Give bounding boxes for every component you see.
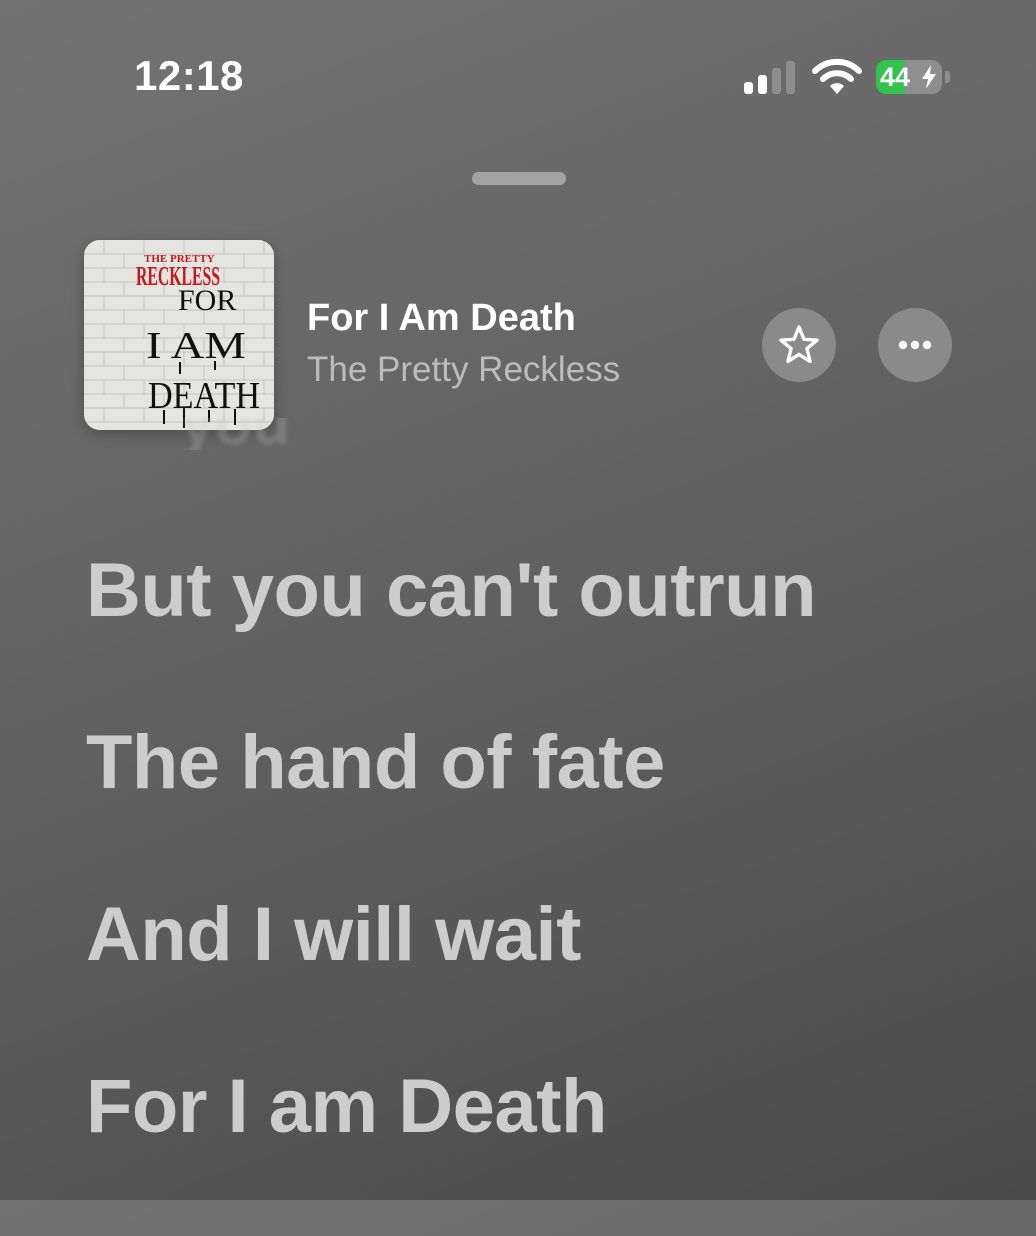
wifi-icon — [812, 58, 862, 96]
track-artist[interactable]: The Pretty Reckless — [307, 350, 620, 390]
battery-tip — [945, 71, 950, 83]
album-artwork-image: THE PRETTY RECKLESS FOR I AM DEATH — [84, 240, 274, 430]
signal-bar — [772, 68, 781, 94]
battery-body: 44 — [876, 60, 942, 94]
lyric-line[interactable]: For I am Death — [86, 1064, 1006, 1236]
signal-bar — [744, 82, 753, 94]
now-playing-header: THE PRETTY RECKLESS FOR I AM DEATH For I… — [0, 230, 1036, 440]
artwork-title-line-1: FOR — [178, 284, 236, 317]
favorite-button[interactable] — [762, 308, 836, 382]
star-icon — [779, 325, 819, 364]
signal-bar — [786, 61, 795, 94]
lyric-line[interactable]: But you can't outrun — [86, 548, 1006, 720]
battery-icon: 44 — [876, 60, 952, 94]
lyric-line[interactable]: The hand of fate — [86, 720, 1006, 892]
track-title: For I Am Death — [307, 297, 576, 339]
previous-lyric-text: you — [180, 418, 410, 450]
status-time: 12:18 — [134, 52, 244, 99]
status-bar: 12:18 44 — [0, 0, 1036, 150]
lyric-line[interactable]: And I will wait — [86, 892, 1006, 1064]
album-artwork[interactable]: THE PRETTY RECKLESS FOR I AM DEATH — [84, 240, 274, 430]
charging-bolt-icon — [922, 65, 936, 89]
signal-bar — [758, 75, 767, 94]
cellular-signal-icon — [744, 60, 796, 94]
ellipsis-icon — [898, 340, 932, 350]
more-options-button[interactable] — [878, 308, 952, 382]
previous-lyric-line[interactable]: you — [180, 418, 410, 450]
battery-level: 44 — [880, 62, 911, 92]
sheet-grabber[interactable] — [472, 172, 566, 185]
lyrics-list: But you can't outrun The hand of fate An… — [86, 548, 1006, 1236]
artwork-title-line-2: I AM — [146, 325, 246, 367]
